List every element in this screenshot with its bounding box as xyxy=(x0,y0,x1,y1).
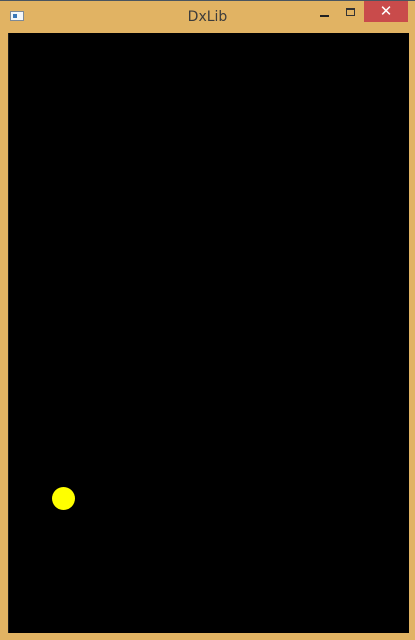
maximize-button[interactable] xyxy=(338,1,364,23)
yellow-ball xyxy=(52,487,75,510)
title-bar[interactable]: DxLib ✕ xyxy=(0,1,415,33)
dxlib-window: DxLib ✕ xyxy=(0,0,415,640)
minimize-button[interactable] xyxy=(312,1,338,23)
close-button[interactable]: ✕ xyxy=(364,1,408,22)
minimize-icon xyxy=(320,15,329,17)
game-canvas[interactable] xyxy=(8,33,409,633)
maximize-icon xyxy=(346,8,355,16)
close-icon: ✕ xyxy=(379,2,393,20)
